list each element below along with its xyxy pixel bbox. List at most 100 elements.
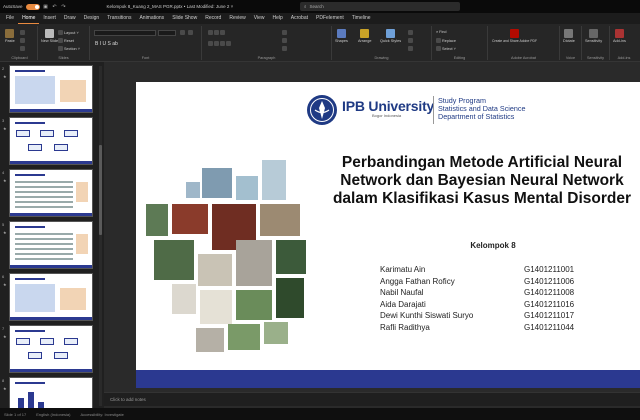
arrange-button[interactable]: Arrange: [358, 29, 372, 43]
addins-button[interactable]: Add-ins: [613, 29, 626, 43]
create-share-pdf-button[interactable]: Create and Share Adobe PDF: [492, 29, 537, 43]
transition-star-icon: ★: [3, 126, 7, 131]
slide-thumbnail[interactable]: 7 ★: [0, 324, 104, 376]
undo-icon[interactable]: ↶: [52, 4, 58, 10]
member-list[interactable]: Karimatu Ain G1401211001 Angga Fathan Rofi…: [380, 265, 610, 334]
smartart-button[interactable]: [282, 46, 287, 51]
quick-styles-icon: [386, 29, 396, 38]
drawing-group: Shapes Arrange Quick Styles Drawing: [332, 26, 432, 60]
tab-record[interactable]: Record: [201, 13, 225, 24]
font-group: B I U S ab Font: [90, 26, 202, 60]
member-row: Angga Fathan Roficy G1401211006: [380, 277, 610, 289]
accessibility-indicator[interactable]: Accessibility: Investigate: [81, 412, 124, 417]
document-title[interactable]: Kelompok 8_Kuang 2_MAS PGR.pptx • Last M…: [107, 4, 234, 9]
thumbnail-number: 3: [2, 118, 5, 123]
paste-button[interactable]: Paste: [5, 29, 15, 43]
slide-thumbnail[interactable]: 5 ★: [0, 220, 104, 272]
tab-review[interactable]: Review: [225, 13, 249, 24]
photo-tile: [228, 324, 260, 350]
shapes-button[interactable]: Shapes: [335, 29, 348, 43]
tab-pdfelement[interactable]: PDFelement: [312, 13, 348, 24]
slide-thumbnail[interactable]: 6 ★: [0, 272, 104, 324]
slide-thumbnail[interactable]: 4 ★: [0, 168, 104, 220]
department-block: Study Program Statistics and Data Scienc…: [438, 97, 526, 121]
tab-acrobat[interactable]: Acrobat: [287, 13, 312, 24]
mic-icon: [564, 29, 574, 38]
find-button[interactable]: ⌕ Find: [436, 30, 447, 34]
shape-effects-button[interactable]: [408, 46, 413, 51]
thumbnail-number: 2: [2, 66, 5, 71]
font-family-select[interactable]: [94, 30, 156, 36]
bullets-icon: [208, 30, 213, 35]
university-name: IPB University: [342, 98, 435, 114]
shield-icon: [589, 29, 599, 38]
dept-line: Department of Statistics: [438, 112, 515, 121]
slide-thumbnail[interactable]: 3 ★: [0, 116, 104, 168]
transition-star-icon: ★: [3, 386, 7, 391]
search-icon: ⌕: [304, 4, 307, 9]
redo-icon[interactable]: ↷: [61, 4, 67, 10]
tab-home[interactable]: Home: [18, 13, 40, 24]
group-label[interactable]: Kelompok 8: [448, 241, 538, 250]
language-indicator[interactable]: English (Indonesia): [36, 412, 70, 417]
tab-file[interactable]: File: [2, 13, 18, 24]
tab-transitions[interactable]: Transitions: [103, 13, 135, 24]
current-slide[interactable]: IPB University Bogor Indonesia Study Pro…: [136, 82, 640, 388]
new-slide-button[interactable]: New Slide: [41, 29, 58, 43]
tab-design[interactable]: Design: [80, 13, 104, 24]
tab-animations[interactable]: Animations: [135, 13, 168, 24]
dictate-button[interactable]: Dictate: [563, 29, 575, 43]
member-name: Aida Darajati: [380, 299, 426, 309]
reset-button[interactable]: Reset: [58, 38, 74, 43]
text-direction-button[interactable]: [282, 30, 287, 35]
quick-styles-button[interactable]: Quick Styles: [380, 29, 401, 43]
alignment-buttons[interactable]: [208, 41, 231, 46]
layout-button[interactable]: Layout ˅: [58, 30, 79, 35]
align-text-button[interactable]: [282, 38, 287, 43]
thumbnail-scrollbar[interactable]: [99, 66, 102, 406]
shrink-font-button[interactable]: [188, 30, 193, 35]
select-button[interactable]: Select ˅: [436, 46, 456, 51]
slide-thumbnail[interactable]: 2 ★: [0, 64, 104, 116]
member-id: G1401211044: [524, 322, 575, 332]
member-row: Dewi Kunthi Siswati Suryo G1401211017: [380, 311, 610, 323]
shape-effects-icon: [408, 46, 413, 51]
member-id: G1401211006: [524, 276, 575, 286]
tab-timeline[interactable]: Timeline: [348, 13, 375, 24]
cut-button[interactable]: [20, 30, 25, 35]
grow-font-button[interactable]: [180, 30, 185, 35]
tab-help[interactable]: Help: [268, 13, 286, 24]
tab-draw[interactable]: Draw: [60, 13, 80, 24]
find-icon: ⌕: [436, 30, 439, 34]
font-size-select[interactable]: [158, 30, 176, 36]
shape-fill-button[interactable]: [408, 30, 413, 35]
sensitivity-group: Sensitivity Sensitivity: [582, 26, 610, 60]
tab-view[interactable]: View: [250, 13, 269, 24]
section-button[interactable]: Section ˅: [58, 46, 80, 51]
format-painter-button[interactable]: [20, 46, 25, 51]
tab-slide-show[interactable]: Slide Show: [168, 13, 201, 24]
section-icon: [58, 46, 63, 51]
align-left-icon: [208, 41, 213, 46]
bullets-button[interactable]: [208, 30, 225, 35]
footer-bar: [136, 370, 640, 388]
autosave-toggle[interactable]: [25, 3, 40, 10]
replace-button[interactable]: Replace: [436, 38, 456, 43]
sensitivity-button[interactable]: Sensitivity: [585, 29, 602, 43]
transition-star-icon: ★: [3, 230, 7, 235]
notes-pane[interactable]: Click to add notes: [104, 392, 640, 406]
photo-tile: [236, 290, 272, 320]
slide-thumbnail[interactable]: 8 ★: [0, 376, 104, 410]
member-row: Nabil Naufal G1401211008: [380, 288, 610, 300]
format-buttons[interactable]: B I U S ab: [95, 41, 118, 47]
thumbnail-number: 4: [2, 170, 5, 175]
tab-insert[interactable]: Insert: [39, 13, 60, 24]
search-box[interactable]: ⌕ Search: [300, 2, 460, 11]
slide-title[interactable]: Perbandingan Metode Artificial Neural Ne…: [326, 154, 638, 208]
copy-button[interactable]: [20, 38, 25, 43]
shape-outline-button[interactable]: [408, 38, 413, 43]
save-icon[interactable]: ▣: [43, 4, 49, 10]
thumbnail-preview: [9, 325, 93, 373]
thumbnail-scrollbar-thumb[interactable]: [99, 145, 102, 235]
slide-thumbnail-pane[interactable]: 2 ★ 3 ★ 4 ★ 5 ★ 6 ★ 7 ★ 8 ★: [0, 62, 104, 410]
